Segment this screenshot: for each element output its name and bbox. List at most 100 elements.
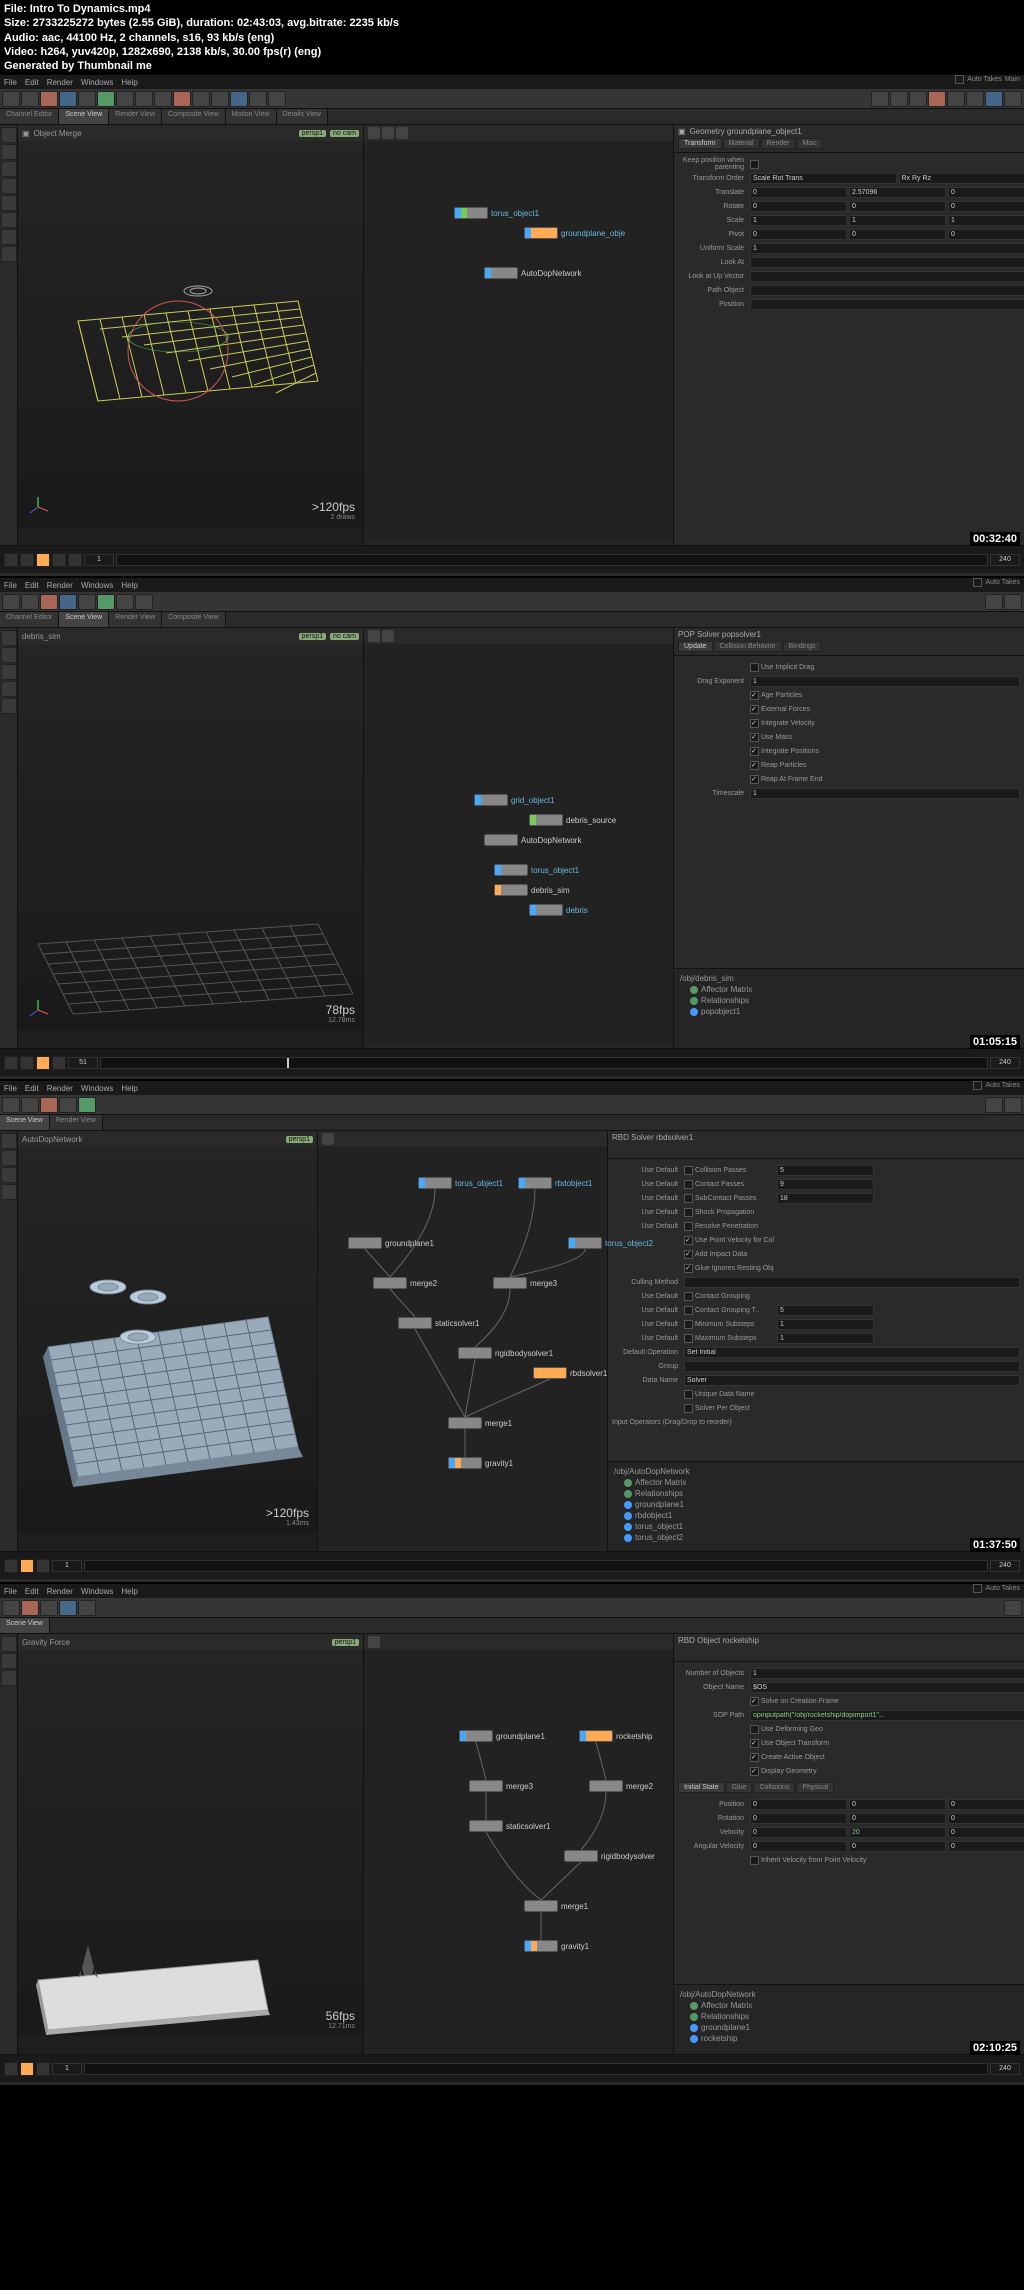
node[interactable]: staticsolver1 [469,1820,550,1832]
param-tab[interactable]: Render [761,138,796,149]
node[interactable]: groundplane1 [459,1730,545,1742]
tool-icon[interactable] [1,212,17,228]
tree-item[interactable]: Affector Matrix [678,984,1020,995]
tool-icon[interactable] [947,91,965,107]
timeline-track[interactable] [116,554,988,566]
input[interactable] [750,243,1024,254]
shelf-tab[interactable]: Channel Editor [0,109,59,124]
node[interactable]: torus_object2 [568,1237,653,1249]
tool-icon[interactable] [97,91,115,107]
viewport[interactable]: Gravity Forcepersp1 56fps12.71ms [18,1634,364,2054]
menu-windows[interactable]: Windows [81,78,113,87]
timeline-first-icon[interactable] [4,553,18,567]
menu-help[interactable]: Help [121,78,137,87]
node[interactable]: debris_source [529,814,616,826]
node[interactable]: staticsolver1 [398,1317,479,1329]
param-tab[interactable]: Misc [797,138,823,149]
input[interactable] [750,285,1024,296]
dropdown[interactable] [899,173,1024,184]
tool-icon[interactable] [154,91,172,107]
input[interactable] [750,201,847,212]
node[interactable]: AutoDopNetwork [484,834,581,846]
tool-icon[interactable] [59,91,77,107]
checkbox[interactable] [750,663,759,672]
tool-icon[interactable] [211,91,229,107]
tool-icon[interactable] [173,91,191,107]
menu-render[interactable]: Render [47,78,73,87]
node[interactable]: rigidbodysolver [564,1850,655,1862]
viewport[interactable]: ▣ Object Merge persp1 no cam [18,125,364,545]
node[interactable]: rbdsolver1 [533,1367,607,1379]
nav-icon[interactable] [368,127,380,139]
tool-icon[interactable] [1004,91,1022,107]
input[interactable] [750,299,1024,310]
shelf-tab[interactable]: Composite View [162,109,225,124]
tree-root[interactable]: /obj/debris_sim [678,973,1020,984]
tool-icon[interactable] [909,91,927,107]
param-tab[interactable]: Transform [678,138,722,149]
node[interactable]: merge3 [469,1780,533,1792]
tool-icon[interactable] [21,91,39,107]
shelf-tab[interactable]: Scene View [59,109,109,124]
tool-icon[interactable] [192,91,210,107]
input[interactable] [948,229,1024,240]
input[interactable] [849,201,946,212]
param-tab[interactable]: Material [723,138,760,149]
node[interactable]: torus_object1 [494,864,579,876]
node[interactable]: groundplane1 [348,1237,434,1249]
tree-item[interactable]: Relationships [678,995,1020,1006]
input-tx[interactable] [750,187,847,198]
tool-icon[interactable] [78,91,96,107]
frame-input[interactable] [84,554,114,566]
tool-icon[interactable] [2,91,20,107]
input[interactable] [948,215,1024,226]
timeline-play-icon[interactable] [36,553,50,567]
vp-badge[interactable]: no cam [330,130,359,137]
tool-icon[interactable] [40,91,58,107]
frame-end[interactable] [990,554,1020,566]
tool-icon[interactable] [116,91,134,107]
nav-icon[interactable] [382,127,394,139]
input[interactable] [750,271,1024,282]
tool-icon[interactable] [230,91,248,107]
tool-icon[interactable] [268,91,286,107]
node-torus[interactable]: torus_object1 [454,207,539,219]
node[interactable]: merge1 [524,1900,588,1912]
network-view[interactable]: torus_object1 groundplane_obje AutoDopNe… [364,125,674,545]
tool-icon[interactable] [1,161,17,177]
node[interactable]: debris [529,904,588,916]
menu-file[interactable]: File [4,78,17,87]
menu-edit[interactable]: Edit [25,78,39,87]
node[interactable]: gravity1 [448,1457,513,1469]
node[interactable]: merge2 [589,1780,653,1792]
timeline-prev-icon[interactable] [20,553,34,567]
input[interactable] [948,201,1024,212]
tool-icon[interactable] [928,91,946,107]
nav-icon[interactable] [396,127,408,139]
node[interactable]: gravity1 [524,1940,589,1952]
input[interactable] [849,215,946,226]
node[interactable]: rbdobject1 [518,1177,592,1189]
tool-icon[interactable] [985,91,1003,107]
node[interactable]: grid_object1 [474,794,555,806]
network-view[interactable]: groundplane1 rocketship merge3 merge2 st… [364,1634,674,2054]
node-autodop[interactable]: AutoDopNetwork [484,267,581,279]
input-ty[interactable] [849,187,946,198]
vp-badge[interactable]: persp1 [299,130,326,137]
shelf-tab[interactable]: Details View [277,109,328,124]
shelf-tab[interactable]: Motion View [226,109,277,124]
tool-icon[interactable] [1,144,17,160]
viewport[interactable]: AutoDopNetworkpersp1 >120fps1.43ms [18,1131,318,1551]
tool-icon[interactable] [890,91,908,107]
checkbox[interactable] [750,719,759,728]
tool-icon[interactable] [1,195,17,211]
dropdown[interactable] [750,173,897,184]
input[interactable] [750,676,1020,687]
timeline-last-icon[interactable] [68,553,82,567]
checkbox[interactable] [750,761,759,770]
node[interactable]: debris_sim [494,884,570,896]
tool-icon[interactable] [1,229,17,245]
checkbox[interactable] [750,733,759,742]
node[interactable]: merge3 [493,1277,557,1289]
network-view[interactable]: grid_object1 debris_source AutoDopNetwor… [364,628,674,1048]
